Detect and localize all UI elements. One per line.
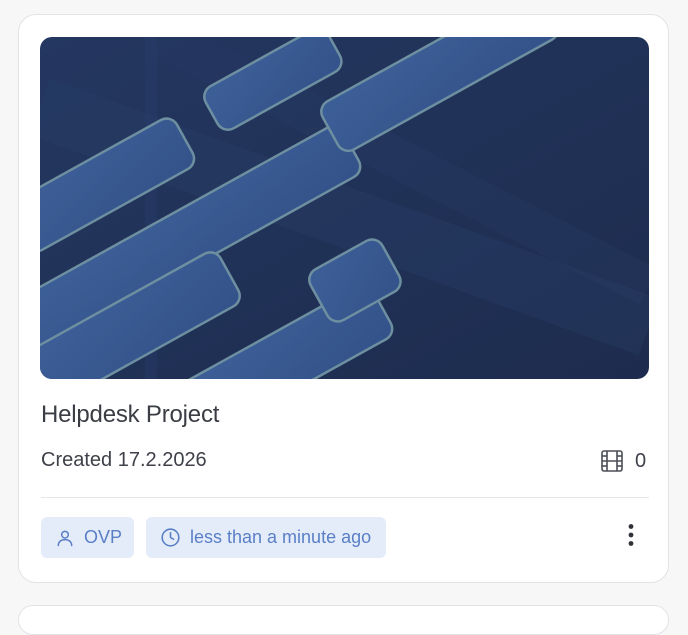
user-icon xyxy=(55,528,75,548)
card-divider xyxy=(41,497,649,498)
card-menu-button[interactable] xyxy=(615,521,647,553)
updated-chip: less than a minute ago xyxy=(146,517,386,558)
film-icon xyxy=(600,449,624,473)
more-vertical-icon xyxy=(627,523,635,552)
owner-chip: OVP xyxy=(41,517,134,558)
clock-icon xyxy=(160,527,181,548)
created-date: Created 17.2.2026 xyxy=(41,449,207,471)
video-count: 0 xyxy=(635,450,647,472)
project-thumbnail[interactable] xyxy=(40,37,649,379)
thumbnail-art xyxy=(40,37,649,379)
owner-label: OVP xyxy=(84,527,123,547)
project-card[interactable]: Helpdesk Project Created 17.2.2026 0 OVP xyxy=(18,14,669,583)
project-title[interactable]: Helpdesk Project xyxy=(41,401,219,429)
updated-label: less than a minute ago xyxy=(190,527,372,547)
